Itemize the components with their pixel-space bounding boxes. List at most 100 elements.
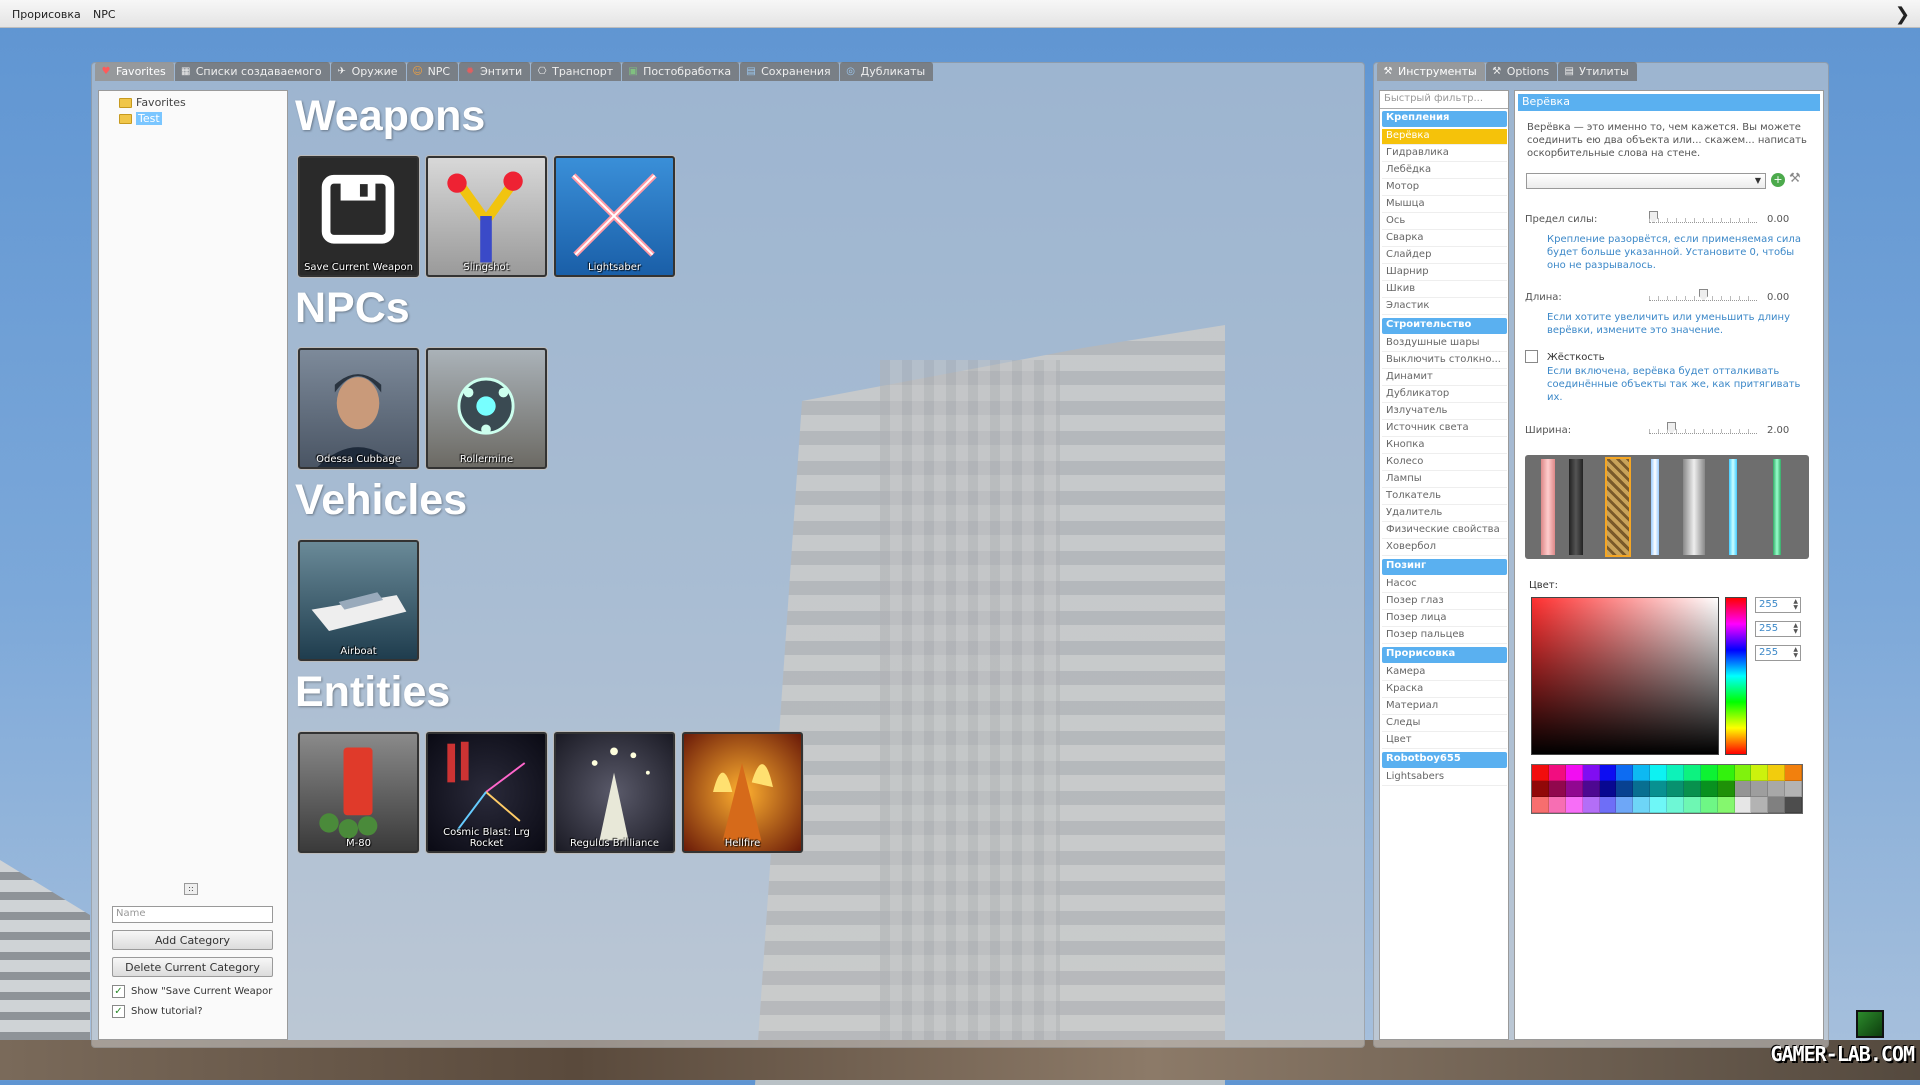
color-picker-area[interactable]	[1531, 597, 1719, 755]
tool-list-item[interactable]: Эластик	[1382, 299, 1507, 315]
menu-item-npc[interactable]: NPC	[93, 8, 116, 21]
tool-list-item[interactable]: Толкатель	[1382, 489, 1507, 505]
color-swatch[interactable]	[1734, 797, 1752, 813]
tab-tools[interactable]: ⚒ Инструменты	[1377, 62, 1485, 81]
add-preset-icon[interactable]: +	[1771, 173, 1785, 187]
tool-list-item[interactable]: Мотор	[1382, 180, 1507, 196]
width-value[interactable]: 2.00	[1767, 424, 1789, 437]
color-swatch[interactable]	[1599, 797, 1617, 813]
color-swatch[interactable]	[1667, 765, 1684, 781]
color-swatch[interactable]	[1785, 797, 1802, 813]
tool-list-item[interactable]: Воздушные шары	[1382, 336, 1507, 352]
tab-postprocess[interactable]: ▣ Постобработка	[622, 62, 740, 81]
color-swatch[interactable]	[1751, 765, 1769, 781]
color-swatch[interactable]	[1650, 781, 1667, 797]
color-swatch[interactable]	[1532, 797, 1549, 813]
spawn-icon-airboat[interactable]: Airboat	[298, 540, 419, 661]
width-slider[interactable]	[1649, 422, 1757, 434]
tool-list-item[interactable]: Лампы	[1382, 472, 1507, 488]
tree-item-test[interactable]: Test	[119, 112, 162, 125]
color-swatch[interactable]	[1683, 765, 1701, 781]
tool-list-item[interactable]: Удалитель	[1382, 506, 1507, 522]
rope-material-option[interactable]	[1773, 459, 1781, 555]
add-category-button[interactable]: Add Category	[112, 930, 273, 950]
color-swatch[interactable]	[1650, 765, 1667, 781]
color-swatch[interactable]	[1582, 781, 1600, 797]
slider-handle[interactable]	[1699, 289, 1708, 301]
tab-saves[interactable]: ▤ Сохранения	[740, 62, 839, 81]
color-swatch[interactable]	[1751, 797, 1769, 813]
tool-list-item[interactable]: Насос	[1382, 577, 1507, 593]
spawn-icon-hellfire[interactable]: Hellfire	[682, 732, 803, 853]
tool-list-item[interactable]: Цвет	[1382, 733, 1507, 749]
color-swatch[interactable]	[1532, 781, 1549, 797]
force-limit-slider[interactable]	[1649, 211, 1757, 223]
blue-value-input[interactable]: 255 ▲ ▼	[1755, 645, 1801, 661]
tool-list-item[interactable]: Lightsabers	[1382, 770, 1507, 786]
rope-material-option[interactable]	[1729, 459, 1737, 555]
spinner-arrows-icon[interactable]: ▲ ▼	[1793, 599, 1798, 611]
color-swatch[interactable]	[1633, 797, 1651, 813]
color-swatch[interactable]	[1616, 781, 1634, 797]
tool-list-item[interactable]: Гидравлика	[1382, 146, 1507, 162]
red-value-input[interactable]: 255 ▲ ▼	[1755, 597, 1801, 613]
tab-npc[interactable]: ☺ NPC	[406, 62, 459, 81]
color-swatch[interactable]	[1700, 781, 1718, 797]
color-swatch[interactable]	[1717, 765, 1735, 781]
color-swatch[interactable]	[1633, 781, 1651, 797]
tab-vehicles[interactable]: ⎔ Транспорт	[531, 62, 622, 81]
wrench-icon[interactable]: ⚒	[1789, 171, 1801, 186]
rope-material-option[interactable]	[1541, 459, 1555, 555]
tool-list-item[interactable]: Шарнир	[1382, 265, 1507, 281]
color-swatch[interactable]	[1599, 781, 1617, 797]
slider-handle[interactable]	[1667, 422, 1676, 434]
hue-slider[interactable]	[1725, 597, 1747, 755]
tool-list-item[interactable]: Ховербол	[1382, 540, 1507, 556]
tab-entities[interactable]: ✹ Энтити	[459, 62, 531, 81]
tool-category-header[interactable]: Robotboy655	[1382, 752, 1507, 768]
tool-list-item[interactable]: Источник света	[1382, 421, 1507, 437]
tool-list-item[interactable]: Излучатель	[1382, 404, 1507, 420]
color-swatch[interactable]	[1785, 781, 1802, 797]
tab-spawnlists[interactable]: ▦ Списки создаваемого	[174, 62, 330, 81]
color-swatch[interactable]	[1768, 797, 1786, 813]
rigid-checkbox[interactable]	[1525, 350, 1538, 363]
tool-category-header[interactable]: Прорисовка	[1382, 647, 1507, 663]
force-limit-value[interactable]: 0.00	[1767, 213, 1789, 226]
tool-list-item[interactable]: Мышца	[1382, 197, 1507, 213]
color-swatch[interactable]	[1751, 781, 1769, 797]
color-swatch[interactable]	[1548, 781, 1566, 797]
tool-list-item[interactable]: Сварка	[1382, 231, 1507, 247]
menu-item-rendering[interactable]: Прорисовка	[12, 8, 81, 21]
tool-list-item[interactable]: Следы	[1382, 716, 1507, 732]
spinner-arrows-icon[interactable]: ▲ ▼	[1793, 623, 1798, 635]
color-swatch[interactable]	[1565, 765, 1583, 781]
spawn-icon-rollermine[interactable]: Rollermine	[426, 348, 547, 469]
rope-material-option-selected[interactable]	[1605, 457, 1631, 557]
tool-list-item[interactable]: Верёвка	[1382, 129, 1507, 145]
tool-list-item[interactable]: Лебёдка	[1382, 163, 1507, 179]
tool-list-item[interactable]: Шкив	[1382, 282, 1507, 298]
spinner-arrows-icon[interactable]: ▲ ▼	[1793, 647, 1798, 659]
color-swatch[interactable]	[1616, 797, 1634, 813]
tool-category-header[interactable]: Позинг	[1382, 559, 1507, 575]
tool-list-item[interactable]: Слайдер	[1382, 248, 1507, 264]
chevron-right-icon[interactable]: ❯	[1895, 4, 1910, 25]
tool-list-item[interactable]: Позер глаз	[1382, 594, 1507, 610]
category-name-input[interactable]: Name	[112, 906, 273, 923]
tab-favorites[interactable]: ♥ Favorites	[95, 62, 174, 81]
color-swatch[interactable]	[1700, 797, 1718, 813]
color-swatch[interactable]	[1548, 797, 1566, 813]
show-save-weapon-option[interactable]: ✓ Show "Save Current Weapor	[112, 985, 272, 998]
color-swatch[interactable]	[1582, 765, 1600, 781]
color-swatch[interactable]	[1650, 797, 1667, 813]
color-swatch[interactable]	[1768, 765, 1786, 781]
tool-list-item[interactable]: Колесо	[1382, 455, 1507, 471]
rope-material-option[interactable]	[1651, 459, 1659, 555]
tool-list-item[interactable]: Позер лица	[1382, 611, 1507, 627]
color-swatch[interactable]	[1785, 765, 1802, 781]
color-swatch[interactable]	[1565, 781, 1583, 797]
spawn-icon-lightsaber[interactable]: Lightsaber	[554, 156, 675, 277]
length-slider[interactable]	[1649, 289, 1757, 301]
spawn-icon-slingshot[interactable]: Slingshot	[426, 156, 547, 277]
